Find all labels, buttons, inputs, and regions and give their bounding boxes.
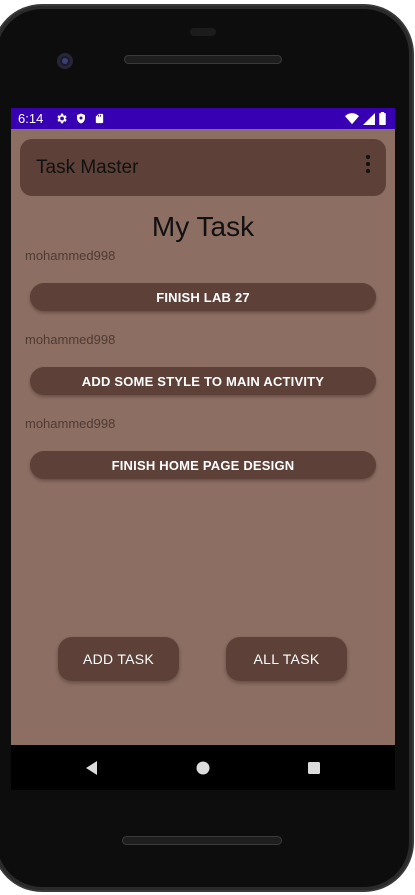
add-task-button[interactable]: ADD TASK (58, 637, 179, 681)
device-frame: 6:14 Task Master My Task mohammed998 FIN… (0, 0, 415, 895)
status-time: 6:14 (18, 111, 44, 126)
camera-icon (57, 53, 73, 69)
more-vert-icon (366, 155, 370, 173)
proximity-sensor (190, 28, 216, 36)
recents-icon (308, 762, 320, 774)
overflow-menu-button[interactable] (360, 153, 376, 175)
task-item: mohammed998 FINISH LAB 27 (11, 246, 395, 330)
bottom-speaker (122, 836, 282, 845)
task-item: mohammed998 FINISH HOME PAGE DESIGN (11, 414, 395, 498)
task-button[interactable]: FINISH LAB 27 (30, 283, 376, 311)
back-button[interactable] (83, 759, 101, 777)
task-item: mohammed998 ADD SOME STYLE TO MAIN ACTIV… (11, 330, 395, 414)
recents-button[interactable] (305, 759, 323, 777)
status-left-icons (55, 112, 105, 125)
back-icon (86, 761, 97, 775)
navigation-bar (11, 745, 395, 790)
app-bar: Task Master (20, 139, 386, 196)
task-user: mohammed998 (25, 416, 116, 431)
home-icon (196, 761, 210, 775)
task-user: mohammed998 (25, 332, 116, 347)
page-title: My Task (151, 211, 255, 242)
shield-icon (77, 113, 85, 124)
app-screen: 6:14 Task Master My Task mohammed998 FIN… (11, 108, 395, 745)
sd-card-icon (95, 113, 104, 124)
home-button[interactable] (194, 759, 212, 777)
status-bar: 6:14 (11, 108, 395, 129)
task-button[interactable]: ADD SOME STYLE TO MAIN ACTIVITY (30, 367, 376, 395)
task-user: mohammed998 (25, 248, 116, 263)
signal-icon (363, 112, 375, 125)
wifi-icon (345, 112, 359, 124)
gear-icon (57, 113, 67, 124)
all-task-button[interactable]: ALL TASK (226, 637, 347, 681)
earpiece-speaker (124, 55, 282, 64)
task-button[interactable]: FINISH HOME PAGE DESIGN (30, 451, 376, 479)
battery-icon (379, 112, 386, 125)
status-right-icons (345, 112, 386, 125)
app-title: Task Master (36, 157, 139, 178)
